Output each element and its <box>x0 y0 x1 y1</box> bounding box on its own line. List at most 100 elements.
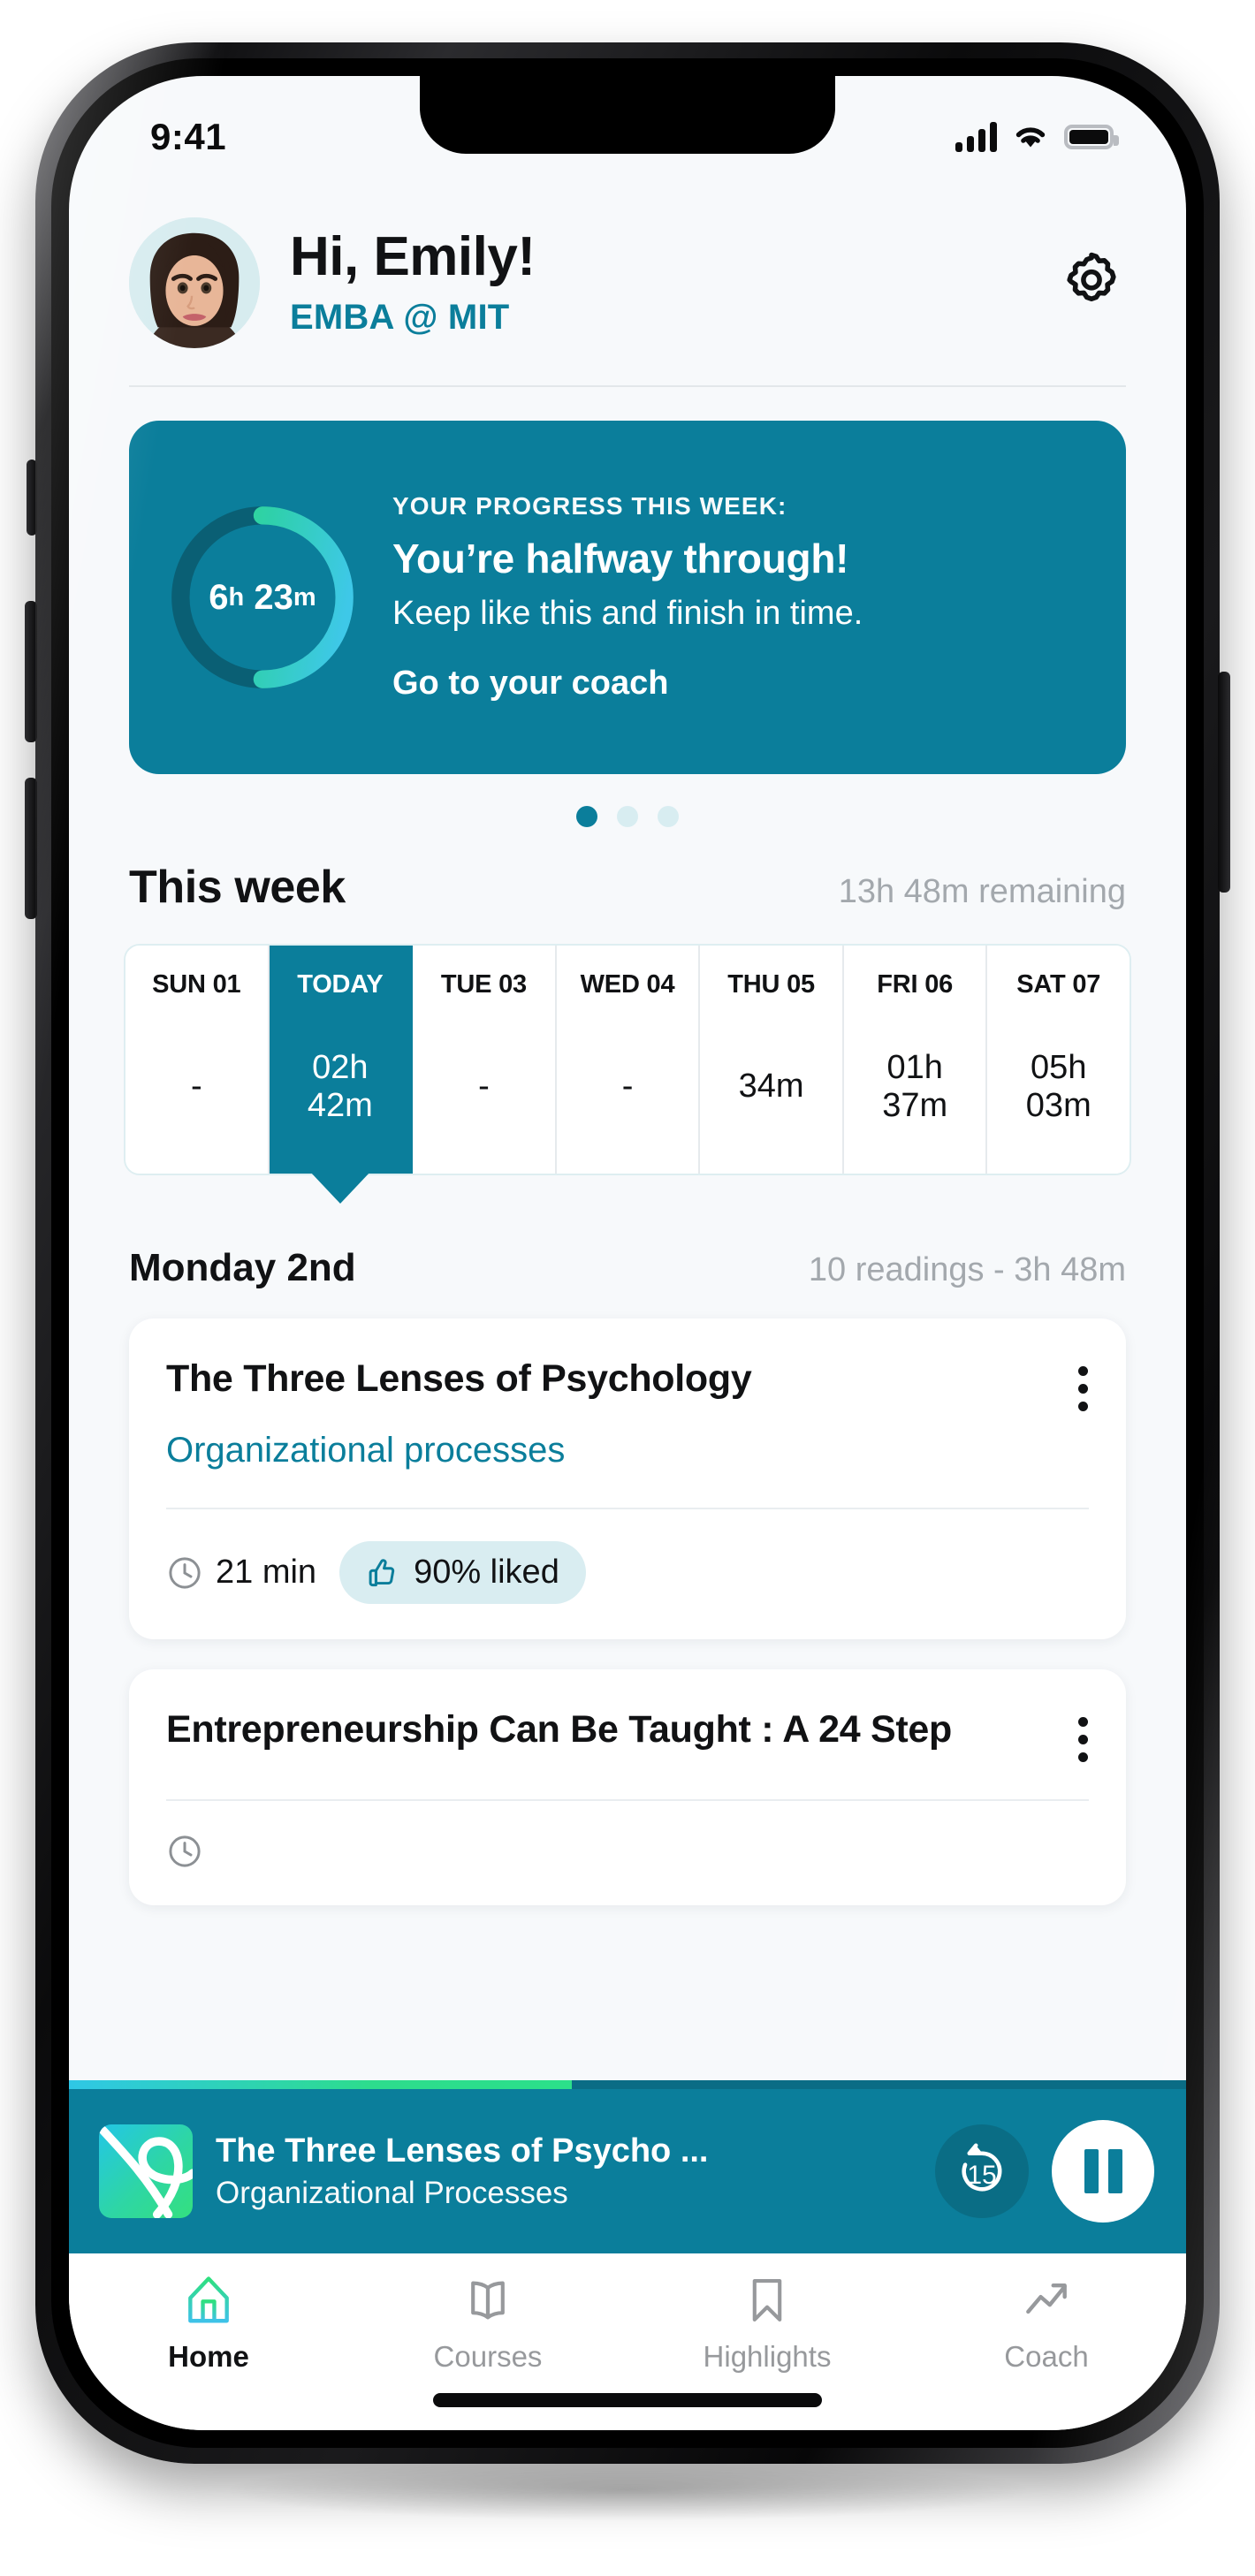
week-day-thu[interactable]: THU 05 34m <box>700 946 844 1174</box>
week-day-fri[interactable]: FRI 06 01h 37m <box>843 946 988 1174</box>
week-day-value: 05h 03m <box>1025 1048 1091 1124</box>
weekly-progress-card[interactable]: 6h 23 m YOUR PROGRESS THIS WEEK: You’re h… <box>129 421 1126 774</box>
reading-card-footer <box>166 1833 1089 1870</box>
list-item[interactable]: The Three Lenses of Psychology Organizat… <box>129 1318 1126 1639</box>
carousel-dot-3[interactable] <box>658 806 679 827</box>
reading-duration <box>166 1833 216 1870</box>
phone-screen: 9:41 Hi, Emily! EMBA @ MIT 6 h 23 m YOUR… <box>69 76 1186 2430</box>
reading-duration-label: 21 min <box>216 1554 317 1591</box>
battery-icon <box>1064 125 1119 149</box>
week-day-sat[interactable]: SAT 07 05h 03m <box>987 946 1130 1174</box>
user-program-label: EMBA @ MIT <box>290 298 510 338</box>
header-text: Hi, Emily! EMBA @ MIT <box>290 225 1027 338</box>
card-divider <box>166 1508 1089 1509</box>
carousel-dot-1[interactable] <box>576 806 597 827</box>
week-section-header: This week 13h 48m remaining <box>69 861 1186 914</box>
tab-coach[interactable]: Coach <box>907 2273 1186 2374</box>
week-day-wed[interactable]: WED 04 - <box>556 946 701 1174</box>
week-day-today[interactable]: TODAY 02h 42m <box>269 946 414 1174</box>
cellular-signal-icon <box>955 122 997 152</box>
week-remaining-label: 13h 48m remaining <box>838 873 1126 910</box>
book-icon <box>471 2281 505 2320</box>
reading-title: Entrepreneurship Can Be Taught : A 24 St… <box>166 1708 952 1751</box>
ring-hours-unit: h <box>228 582 245 612</box>
tab-home[interactable]: Home <box>69 2273 348 2374</box>
volume-up-button[interactable] <box>25 601 37 742</box>
page-title: Hi, Emily! <box>290 225 536 287</box>
week-day-label: WED 04 <box>580 970 675 999</box>
carousel-dot-2[interactable] <box>617 806 638 827</box>
display-notch <box>420 76 835 154</box>
wifi-icon <box>1015 127 1046 148</box>
carousel-dots <box>69 806 1186 827</box>
header-divider <box>129 385 1126 387</box>
home-indicator[interactable] <box>433 2393 822 2407</box>
week-day-label: FRI 06 <box>877 970 954 999</box>
week-day-label: SAT 07 <box>1016 970 1101 999</box>
week-strip: SUN 01 - TODAY 02h 42m TUE 03 - WED 04 -… <box>124 944 1131 1175</box>
ring-minutes: 23 <box>254 577 293 617</box>
kebab-menu-icon[interactable] <box>1078 1357 1089 1411</box>
rewind-15-icon[interactable]: 15 <box>935 2124 1029 2218</box>
day-section-meta: 10 readings - 3h 48m <box>808 1251 1126 1288</box>
week-day-value: - <box>621 1068 634 1106</box>
day-section-header: Monday 2nd 10 readings - 3h 48m <box>69 1246 1186 1290</box>
week-day-value: 01h 37m <box>882 1048 948 1124</box>
week-day-label: TODAY <box>297 970 384 999</box>
player-track-subtitle: Organizational Processes <box>216 2175 568 2210</box>
tab-courses[interactable]: Courses <box>348 2273 628 2374</box>
power-button[interactable] <box>1218 672 1230 893</box>
ring-hours: 6 <box>209 577 229 617</box>
progress-ring-label: 6h 23 m <box>163 498 362 697</box>
progress-subtext: Keep like this and finish in time. <box>392 595 863 632</box>
gear-icon[interactable] <box>1057 248 1126 317</box>
mini-player[interactable]: The Three Lenses of Psycho ... Organizat… <box>69 2080 1186 2253</box>
week-day-value: 34m <box>738 1068 804 1106</box>
tab-label: Courses <box>433 2340 543 2373</box>
week-day-label: TUE 03 <box>440 970 527 999</box>
pause-icon[interactable] <box>1052 2120 1154 2223</box>
player-progress-bar[interactable] <box>69 2080 1186 2089</box>
mute-switch[interactable] <box>27 460 37 536</box>
week-day-sun[interactable]: SUN 01 - <box>126 946 270 1174</box>
volume-down-button[interactable] <box>25 778 37 919</box>
home-icon <box>188 2276 229 2323</box>
progress-ring: 6h 23 m <box>163 498 362 697</box>
reading-card-footer: 21 min 90% liked <box>166 1541 1089 1604</box>
avatar[interactable] <box>129 217 260 348</box>
progress-card-text: YOUR PROGRESS THIS WEEK: You’re halfway … <box>392 492 1085 703</box>
progress-headline: You’re halfway through! <box>392 536 849 581</box>
tab-label: Coach <box>1004 2340 1089 2373</box>
screenshot-stage: 9:41 Hi, Emily! EMBA @ MIT 6 h 23 m YOUR… <box>0 0 1255 2576</box>
reading-card-header: The Three Lenses of Psychology <box>166 1357 1089 1411</box>
reading-duration: 21 min <box>166 1554 316 1592</box>
week-day-value: - <box>478 1068 490 1106</box>
app-header: Hi, Emily! EMBA @ MIT <box>69 189 1186 348</box>
player-track-info: The Three Lenses of Psycho ... Organizat… <box>216 2132 912 2211</box>
reading-title: The Three Lenses of Psychology <box>166 1357 752 1400</box>
card-divider <box>166 1799 1089 1801</box>
app-logo-artwork <box>99 2124 193 2218</box>
week-section-title: This week <box>129 862 346 913</box>
reading-category[interactable]: Organizational processes <box>166 1431 1089 1470</box>
app-content: Hi, Emily! EMBA @ MIT 6 h 23 m YOUR PROG… <box>69 76 1186 2430</box>
player-track-title: The Three Lenses of Psycho ... <box>216 2131 709 2169</box>
week-day-tue[interactable]: TUE 03 - <box>413 946 557 1174</box>
trending-up-icon <box>1026 2283 1067 2314</box>
status-icons <box>955 122 1119 152</box>
reading-list: The Three Lenses of Psychology Organizat… <box>129 1318 1126 1905</box>
kebab-menu-icon[interactable] <box>1078 1708 1089 1762</box>
week-day-value: - <box>190 1068 202 1106</box>
reading-card-header: Entrepreneurship Can Be Taught : A 24 St… <box>166 1708 1089 1762</box>
status-time: 9:41 <box>150 116 227 157</box>
progress-kicker: YOUR PROGRESS THIS WEEK: <box>392 492 787 520</box>
tab-highlights[interactable]: Highlights <box>628 2273 907 2374</box>
week-day-label: SUN 01 <box>152 970 241 999</box>
list-item[interactable]: Entrepreneurship Can Be Taught : A 24 St… <box>129 1669 1126 1905</box>
tab-label: Highlights <box>703 2340 832 2373</box>
tab-label: Home <box>168 2340 249 2373</box>
status-badge: 90% liked <box>339 1541 586 1604</box>
bookmark-icon <box>752 2278 782 2322</box>
go-to-coach-link[interactable]: Go to your coach <box>392 665 1085 703</box>
thumbs-up-icon <box>369 1558 395 1586</box>
